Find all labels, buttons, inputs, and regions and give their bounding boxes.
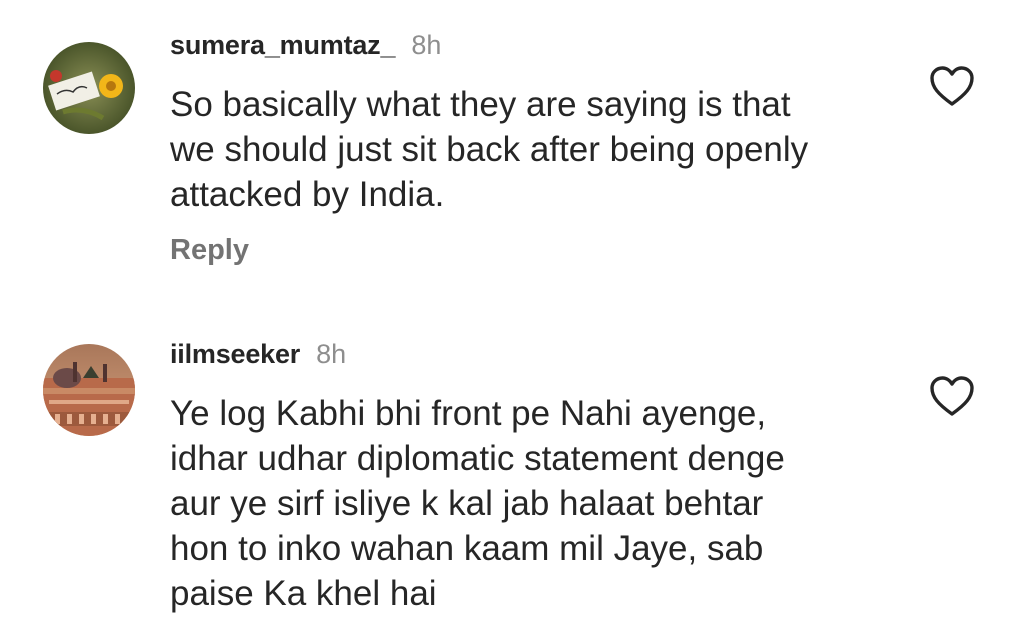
comment-text-line: aur ye sirf isliye k kal jab halaat beht…: [170, 484, 764, 523]
comment-item: iilmseeker 8h Ye log Kabhi bhi front pe …: [0, 0, 1024, 633]
comment-text: Ye log Kabhi bhi front pe Nahi ayenge, i…: [170, 391, 890, 616]
mosque-avatar-icon: [43, 344, 135, 436]
like-button[interactable]: [928, 374, 976, 418]
comment-text-line: hon to inko wahan kaam mil Jaye, sab: [170, 529, 764, 568]
heart-outline-icon: [930, 376, 974, 416]
comment-text-line: idhar udhar diplomatic statement denge: [170, 439, 785, 478]
avatar[interactable]: [43, 344, 135, 436]
timestamp: 8h: [316, 339, 347, 369]
username[interactable]: iilmseeker: [170, 339, 300, 370]
comment-text-line: Ye log Kabhi bhi front pe Nahi ayenge,: [170, 394, 767, 433]
comment-header: iilmseeker 8h: [170, 339, 346, 370]
comment-text-line: paise Ka khel hai: [170, 574, 437, 613]
